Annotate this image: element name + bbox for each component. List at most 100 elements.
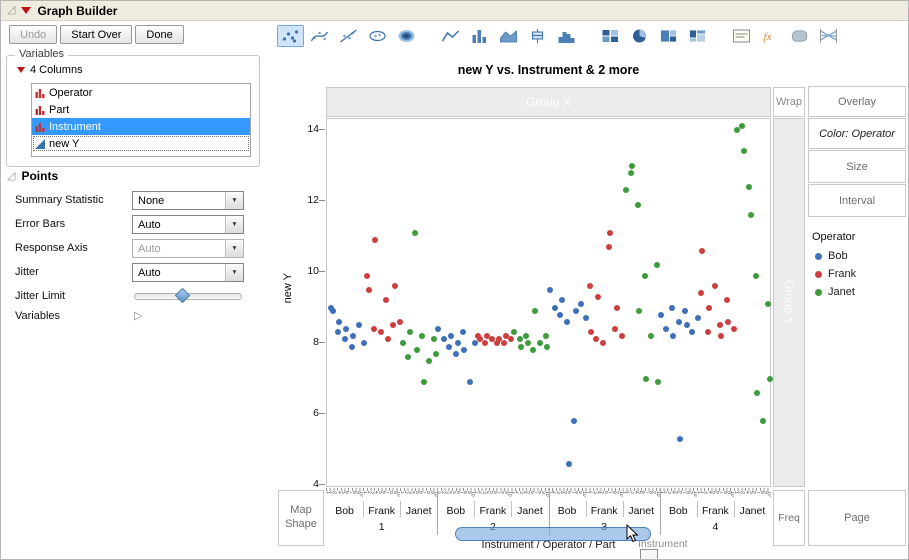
legend-entry-bob[interactable]: Bob	[815, 250, 848, 262]
data-point[interactable]	[559, 297, 565, 303]
data-point[interactable]	[669, 305, 675, 311]
data-point[interactable]	[648, 333, 654, 339]
data-point[interactable]	[400, 340, 406, 346]
data-point[interactable]	[349, 344, 355, 350]
data-point[interactable]	[629, 163, 635, 169]
points-icon[interactable]	[277, 25, 304, 47]
data-point[interactable]	[530, 347, 536, 353]
data-point[interactable]	[612, 326, 618, 332]
red-triangle-menu-icon[interactable]	[21, 7, 31, 14]
data-point[interactable]	[588, 329, 594, 335]
data-point[interactable]	[435, 326, 441, 332]
data-point[interactable]	[405, 354, 411, 360]
line-icon[interactable]	[437, 25, 464, 47]
data-point[interactable]	[571, 418, 577, 424]
data-point[interactable]	[371, 326, 377, 332]
data-point[interactable]	[566, 461, 572, 467]
points-section-header[interactable]: ◿ Points	[7, 169, 58, 183]
data-point[interactable]	[421, 379, 427, 385]
data-point[interactable]	[748, 212, 754, 218]
data-point[interactable]	[412, 230, 418, 236]
data-point[interactable]	[705, 329, 711, 335]
jitter-dropdown[interactable]: Auto▼	[132, 263, 244, 282]
column-item-part[interactable]: Part	[32, 101, 250, 118]
data-point[interactable]	[741, 148, 747, 154]
drop-zone-page[interactable]: Page	[808, 490, 906, 546]
data-point[interactable]	[385, 336, 391, 342]
data-point[interactable]	[557, 312, 563, 318]
map-shapes-icon[interactable]	[786, 25, 813, 47]
data-point[interactable]	[426, 358, 432, 364]
data-point[interactable]	[670, 333, 676, 339]
undo-button[interactable]: Undo	[9, 25, 57, 44]
data-point[interactable]	[518, 344, 524, 350]
data-point[interactable]	[501, 340, 507, 346]
data-point[interactable]	[547, 287, 553, 293]
data-point[interactable]	[537, 340, 543, 346]
data-point[interactable]	[441, 336, 447, 342]
data-point[interactable]	[614, 305, 620, 311]
dropdown-arrow-icon[interactable]: ▼	[225, 264, 243, 281]
data-point[interactable]	[446, 344, 452, 350]
data-point[interactable]	[390, 322, 396, 328]
drop-zone-group-y[interactable]: Group Y	[773, 118, 805, 487]
data-point[interactable]	[383, 297, 389, 303]
histogram-icon[interactable]	[553, 25, 580, 47]
data-point[interactable]	[628, 170, 634, 176]
data-point[interactable]	[658, 312, 664, 318]
data-point[interactable]	[712, 283, 718, 289]
data-point[interactable]	[366, 287, 372, 293]
ellipse-icon[interactable]	[364, 25, 391, 47]
data-point[interactable]	[767, 376, 773, 382]
data-point[interactable]	[606, 244, 612, 250]
data-point[interactable]	[431, 336, 437, 342]
data-point[interactable]	[414, 347, 420, 353]
drop-zone-wrap[interactable]: Wrap	[773, 87, 805, 117]
column-item-instrument[interactable]: Instrument	[32, 118, 250, 135]
dropdown-arrow-icon[interactable]: ▼	[225, 240, 243, 257]
bar-icon[interactable]	[466, 25, 493, 47]
summary-statistic-dropdown[interactable]: None▼	[132, 191, 244, 210]
data-point[interactable]	[361, 340, 367, 346]
data-point[interactable]	[419, 333, 425, 339]
data-point[interactable]	[511, 329, 517, 335]
data-point[interactable]	[407, 329, 413, 335]
dropdown-arrow-icon[interactable]: ▼	[225, 216, 243, 233]
columns-red-triangle-icon[interactable]	[17, 67, 25, 73]
data-point[interactable]	[655, 379, 661, 385]
data-point[interactable]	[583, 315, 589, 321]
data-point[interactable]	[595, 294, 601, 300]
start-over-button[interactable]: Start Over	[60, 25, 132, 44]
data-point[interactable]	[517, 336, 523, 342]
data-point[interactable]	[532, 308, 538, 314]
column-item-operator[interactable]: Operator	[32, 84, 250, 101]
data-point[interactable]	[467, 379, 473, 385]
data-point[interactable]	[642, 273, 648, 279]
smoother-icon[interactable]	[306, 25, 333, 47]
slider-thumb[interactable]	[175, 288, 191, 304]
legend-entry-janet[interactable]: Janet	[815, 286, 855, 298]
jitter-limit-slider[interactable]	[132, 287, 244, 304]
data-point[interactable]	[699, 248, 705, 254]
data-point[interactable]	[372, 237, 378, 243]
data-point[interactable]	[543, 333, 549, 339]
drop-zone-size[interactable]: Size	[808, 150, 906, 183]
legend-entry-frank[interactable]: Frank	[815, 268, 856, 280]
formula-icon[interactable]: fx	[757, 25, 784, 47]
data-point[interactable]	[635, 202, 641, 208]
data-point[interactable]	[623, 187, 629, 193]
data-point[interactable]	[525, 340, 531, 346]
data-point[interactable]	[654, 262, 660, 268]
data-point[interactable]	[552, 305, 558, 311]
data-point[interactable]	[619, 333, 625, 339]
error-bars-dropdown[interactable]: Auto▼	[132, 215, 244, 234]
caption-box-icon[interactable]	[728, 25, 755, 47]
data-point[interactable]	[482, 340, 488, 346]
data-point[interactable]	[663, 326, 669, 332]
data-point[interactable]	[342, 336, 348, 342]
data-point[interactable]	[607, 230, 613, 236]
data-point[interactable]	[689, 329, 695, 335]
data-point[interactable]	[754, 390, 760, 396]
data-point[interactable]	[676, 319, 682, 325]
data-point[interactable]	[523, 333, 529, 339]
